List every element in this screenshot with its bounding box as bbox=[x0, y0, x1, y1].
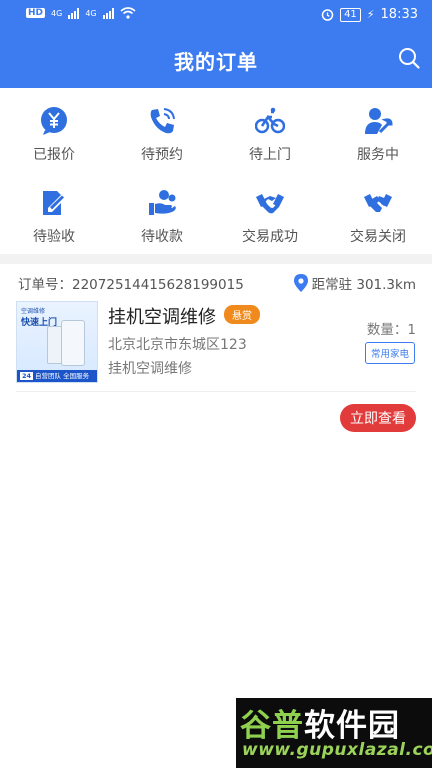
wifi-icon bbox=[120, 7, 136, 19]
category-to-collect[interactable]: 待收款 bbox=[108, 180, 216, 250]
thumb-footer: 24 自营团队 全国服务 bbox=[17, 370, 97, 382]
hand-coin-icon bbox=[149, 190, 176, 215]
category-label: 已报价 bbox=[33, 147, 75, 163]
watermark-brand: 谷普软件园 bbox=[240, 700, 400, 745]
service-address: 北京北京市东城区123 bbox=[108, 337, 247, 353]
thumb-footer-text: 自营团队 全国服务 bbox=[35, 372, 90, 380]
view-now-button[interactable]: 立即查看 bbox=[340, 404, 416, 432]
status-bar: HD 4G 4G 41 ⚡ 18:33 bbox=[0, 0, 432, 30]
bicycle-icon bbox=[255, 107, 285, 134]
order-status-grid: 已报价 待预约 待上门 服务中 待验收 待收款 交易成功 交易关闭 bbox=[0, 98, 432, 250]
battery-indicator: 41 bbox=[340, 7, 361, 22]
category-success[interactable]: 交易成功 bbox=[216, 180, 324, 250]
network-label-1: 4G bbox=[51, 8, 63, 18]
thumb-hours: 24 bbox=[20, 372, 34, 380]
hd-badge: HD bbox=[26, 8, 46, 18]
quantity: 数量：1 bbox=[366, 322, 416, 338]
service-thumbnail[interactable]: 空调维修 快速上门 24 自营团队 全国服务 bbox=[16, 301, 98, 383]
yuan-chat-icon bbox=[41, 107, 67, 135]
order-divider bbox=[16, 391, 416, 392]
air-conditioner-image bbox=[61, 320, 85, 366]
location-pin-icon bbox=[293, 274, 308, 292]
service-title: 挂机空调维修 bbox=[108, 307, 216, 328]
worker-wrench-icon bbox=[365, 108, 393, 134]
category-quoted[interactable]: 已报价 bbox=[0, 98, 108, 168]
category-tag: 常用家电 bbox=[364, 342, 415, 364]
watermark-brand-white: 软件园 bbox=[304, 708, 400, 744]
category-to-book[interactable]: 待预约 bbox=[108, 98, 216, 168]
clock: 18:33 bbox=[380, 7, 418, 22]
app-header: HD 4G 4G 41 ⚡ 18:33 我的订单 bbox=[0, 0, 432, 88]
alarm-icon bbox=[321, 9, 334, 21]
search-icon[interactable] bbox=[398, 47, 420, 69]
charging-icon: ⚡ bbox=[366, 8, 375, 21]
category-label: 服务中 bbox=[357, 147, 399, 163]
order-number: 订单号：22072514415628199015 bbox=[18, 277, 244, 293]
edit-doc-icon bbox=[43, 191, 65, 215]
category-label: 待预约 bbox=[141, 147, 183, 163]
signal-icon-2 bbox=[102, 7, 114, 19]
category-closed[interactable]: 交易关闭 bbox=[324, 180, 432, 250]
watermark-url: www.gupuxlazal.com bbox=[242, 740, 432, 760]
category-label: 待验收 bbox=[33, 229, 75, 245]
section-divider bbox=[0, 254, 432, 264]
page-title: 我的订单 bbox=[174, 50, 258, 74]
watermark-logo: 谷普软件园 www.gupuxlazal.com bbox=[236, 698, 432, 768]
service-subtitle: 挂机空调维修 bbox=[108, 361, 192, 377]
category-label: 交易关闭 bbox=[350, 229, 406, 245]
handshake-icon bbox=[256, 194, 284, 214]
signal-icon bbox=[68, 7, 80, 19]
category-label: 交易成功 bbox=[242, 229, 298, 245]
status-right: 41 ⚡ 18:33 bbox=[321, 7, 418, 22]
watermark-brand-green: 谷普 bbox=[240, 708, 304, 744]
network-label-2: 4G bbox=[85, 8, 97, 18]
status-left: HD 4G 4G bbox=[26, 7, 136, 19]
order-header: 订单号：22072514415628199015 距常驻 301.3km bbox=[0, 264, 432, 300]
category-to-accept[interactable]: 待验收 bbox=[0, 180, 108, 250]
thumb-line1: 空调维修 bbox=[21, 308, 46, 315]
category-label: 待收款 bbox=[141, 229, 183, 245]
distance: 距常驻 301.3km bbox=[293, 273, 416, 293]
phone-icon bbox=[150, 108, 175, 134]
category-label: 待上门 bbox=[249, 147, 291, 163]
reward-badge: 悬赏 bbox=[224, 305, 260, 324]
category-in-service[interactable]: 服务中 bbox=[324, 98, 432, 168]
distance-text: 距常驻 301.3km bbox=[311, 277, 416, 293]
handshake-closed-icon bbox=[364, 194, 392, 212]
category-to-visit[interactable]: 待上门 bbox=[216, 98, 324, 168]
